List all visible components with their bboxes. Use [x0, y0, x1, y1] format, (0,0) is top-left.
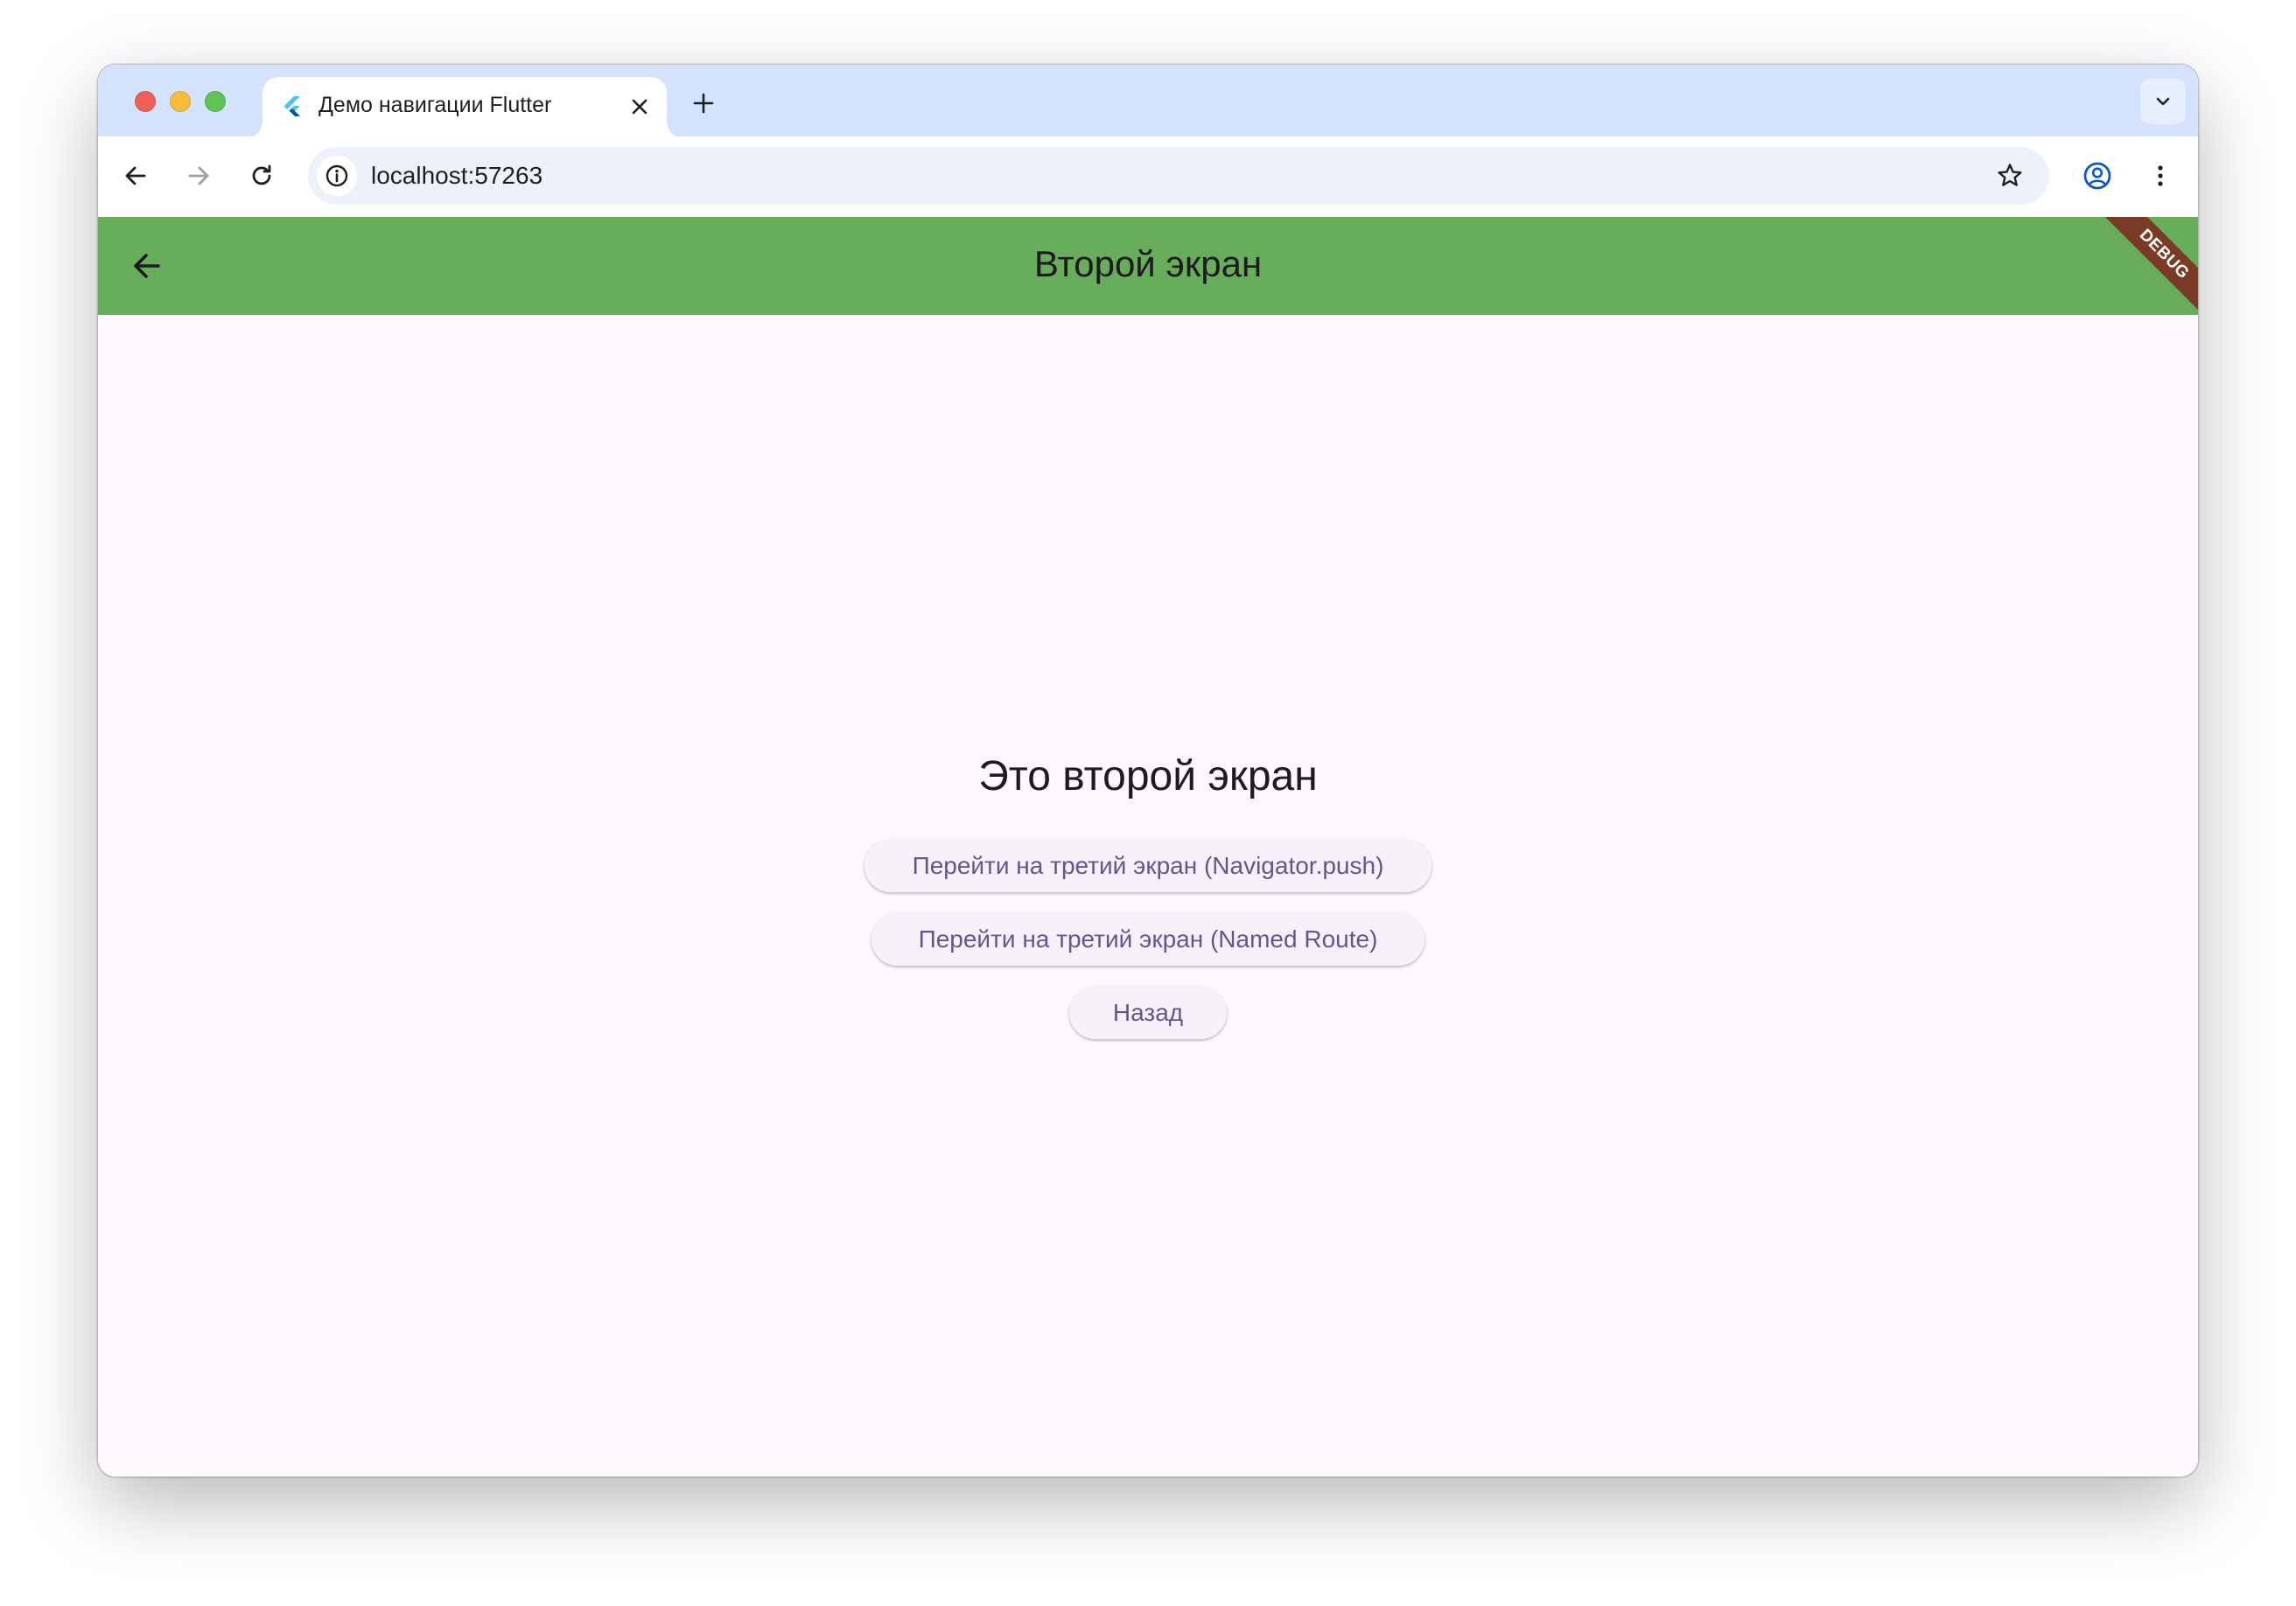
info-icon[interactable]: [317, 156, 357, 196]
more-vertical-icon[interactable]: [2140, 156, 2180, 196]
browser-toolbar: localhost:57263: [98, 136, 2198, 217]
app-bar: Второй экран DEBUG: [98, 217, 2198, 315]
maximize-window-button[interactable]: [205, 91, 226, 112]
browser-tab[interactable]: Демо навигации Flutter: [247, 77, 682, 138]
screen-heading: Это второй экран: [978, 753, 1318, 800]
screen-body: Это второй экран Перейти на третий экран…: [98, 315, 2198, 1477]
page-title: Второй экран: [1033, 243, 1263, 284]
browser-window: Демо навигации Flutter localhost:57263 В…: [98, 65, 2198, 1477]
star-icon[interactable]: [1990, 156, 2030, 196]
minimize-window-button[interactable]: [170, 91, 191, 112]
named-route-button[interactable]: Перейти на третий экран (Named Route): [872, 913, 1424, 966]
profile-icon[interactable]: [2077, 156, 2118, 196]
arrow-right-icon[interactable]: [178, 156, 219, 196]
flutter-logo-icon: [280, 94, 304, 119]
close-tab-icon[interactable]: [625, 92, 654, 122]
address-bar[interactable]: localhost:57263: [308, 147, 2049, 205]
chevron-down-icon[interactable]: [2140, 79, 2186, 124]
tab-title: Демо навигации Flutter: [318, 93, 552, 117]
plus-icon[interactable]: [686, 86, 721, 121]
navigator-push-button[interactable]: Перейти на третий экран (Navigator.push): [864, 840, 1432, 892]
back-button[interactable]: Назад: [1069, 987, 1227, 1039]
reload-icon[interactable]: [242, 156, 282, 196]
url-text[interactable]: localhost:57263: [371, 162, 542, 190]
tab-strip: Демо навигации Flutter: [98, 65, 2198, 138]
arrow-left-icon[interactable]: [116, 156, 156, 196]
close-window-button[interactable]: [135, 91, 156, 112]
